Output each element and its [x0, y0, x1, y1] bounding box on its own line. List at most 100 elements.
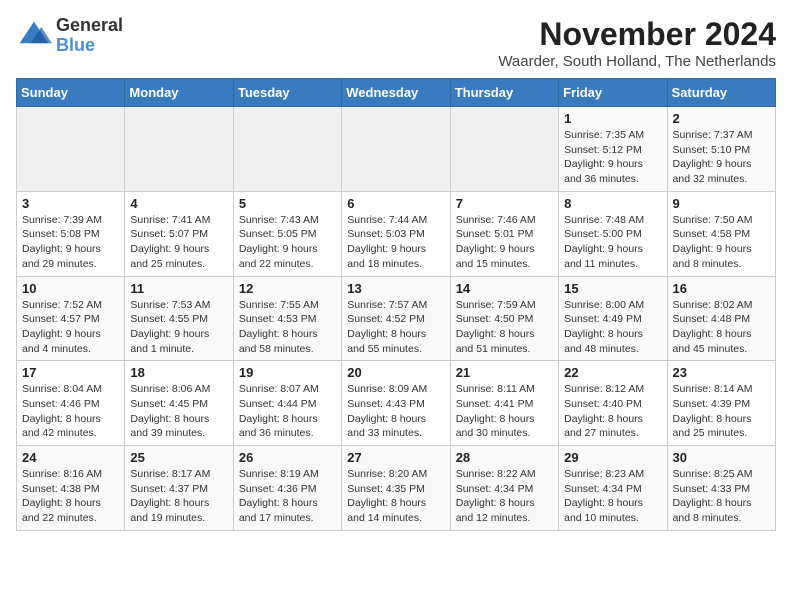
calendar-cell: 10Sunrise: 7:52 AM Sunset: 4:57 PM Dayli… [17, 276, 125, 361]
weekday-header-monday: Monday [125, 79, 233, 107]
weekday-header-tuesday: Tuesday [233, 79, 341, 107]
weekday-header-thursday: Thursday [450, 79, 558, 107]
day-info: Sunrise: 8:19 AM Sunset: 4:36 PM Dayligh… [239, 467, 336, 526]
calendar-cell: 1 Sunrise: 7:35 AM Sunset: 5:12 PM Daylig… [559, 107, 667, 192]
calendar-cell: 16 Sunrise: 8:02 AM Sunset: 4:48 PM Dayli… [667, 276, 775, 361]
day-number: 4 [130, 196, 227, 211]
calendar-cell: 7 Sunrise: 7:46 AM Sunset: 5:01 PM Daylig… [450, 191, 558, 276]
day-info: Sunrise: 8:02 AM Sunset: 4:48 PM Dayligh… [673, 298, 770, 357]
calendar-cell [17, 107, 125, 192]
calendar-cell: 4 Sunrise: 7:41 AM Sunset: 5:07 PM Daylig… [125, 191, 233, 276]
calendar-cell: 26 Sunrise: 8:19 AM Sunset: 4:36 PM Dayli… [233, 446, 341, 531]
calendar-cell [233, 107, 341, 192]
day-number: 27 [347, 450, 444, 465]
calendar-cell: 20Sunrise: 8:09 AM Sunset: 4:43 PM Dayli… [342, 361, 450, 446]
calendar-cell: 21 Sunrise: 8:11 AM Sunset: 4:41 PM Dayli… [450, 361, 558, 446]
day-info: Sunrise: 8:14 AM Sunset: 4:39 PM Dayligh… [673, 382, 770, 441]
day-info: Sunrise: 8:22 AM Sunset: 4:34 PM Dayligh… [456, 467, 553, 526]
day-number: 3 [22, 196, 119, 211]
calendar-cell: 15 Sunrise: 8:00 AM Sunset: 4:49 PM Dayli… [559, 276, 667, 361]
day-info: Sunrise: 7:35 AM Sunset: 5:12 PM Dayligh… [564, 128, 661, 187]
weekday-header-friday: Friday [559, 79, 667, 107]
logo: General Blue [16, 16, 123, 56]
week-row-1: 1 Sunrise: 7:35 AM Sunset: 5:12 PM Daylig… [17, 107, 776, 192]
calendar-cell: 18 Sunrise: 8:06 AM Sunset: 4:45 PM Dayli… [125, 361, 233, 446]
title-area: November 2024 Waarder, South Holland, Th… [498, 16, 776, 70]
day-number: 17 [22, 365, 119, 380]
calendar-cell: 23 Sunrise: 8:14 AM Sunset: 4:39 PM Dayli… [667, 361, 775, 446]
day-info: Sunrise: 7:41 AM Sunset: 5:07 PM Dayligh… [130, 213, 227, 272]
day-number: 15 [564, 281, 661, 296]
day-number: 10 [22, 281, 119, 296]
calendar-cell: 6 Sunrise: 7:44 AM Sunset: 5:03 PM Daylig… [342, 191, 450, 276]
week-row-4: 17 Sunrise: 8:04 AM Sunset: 4:46 PM Dayli… [17, 361, 776, 446]
day-number: 23 [673, 365, 770, 380]
day-number: 16 [673, 281, 770, 296]
day-info: Sunrise: 8:04 AM Sunset: 4:46 PM Dayligh… [22, 382, 119, 441]
calendar-cell: 8 Sunrise: 7:48 AM Sunset: 5:00 PM Daylig… [559, 191, 667, 276]
week-row-3: 10Sunrise: 7:52 AM Sunset: 4:57 PM Dayli… [17, 276, 776, 361]
location: Waarder, South Holland, The Netherlands [498, 53, 776, 70]
logo-text: General Blue [56, 16, 123, 56]
calendar-cell [125, 107, 233, 192]
day-number: 8 [564, 196, 661, 211]
logo-icon [16, 18, 52, 54]
day-number: 18 [130, 365, 227, 380]
day-number: 6 [347, 196, 444, 211]
day-number: 14 [456, 281, 553, 296]
calendar-cell: 13 Sunrise: 7:57 AM Sunset: 4:52 PM Dayli… [342, 276, 450, 361]
day-number: 11 [130, 281, 227, 296]
day-number: 26 [239, 450, 336, 465]
day-info: Sunrise: 8:23 AM Sunset: 4:34 PM Dayligh… [564, 467, 661, 526]
day-number: 2 [673, 111, 770, 126]
day-info: Sunrise: 7:46 AM Sunset: 5:01 PM Dayligh… [456, 213, 553, 272]
calendar-cell [342, 107, 450, 192]
calendar-cell: 24Sunrise: 8:16 AM Sunset: 4:38 PM Dayli… [17, 446, 125, 531]
day-number: 7 [456, 196, 553, 211]
week-row-2: 3Sunrise: 7:39 AM Sunset: 5:08 PM Daylig… [17, 191, 776, 276]
day-number: 21 [456, 365, 553, 380]
day-info: Sunrise: 8:06 AM Sunset: 4:45 PM Dayligh… [130, 382, 227, 441]
calendar-cell: 28 Sunrise: 8:22 AM Sunset: 4:34 PM Dayli… [450, 446, 558, 531]
header: General Blue November 2024 Waarder, Sout… [16, 16, 776, 70]
day-info: Sunrise: 7:44 AM Sunset: 5:03 PM Dayligh… [347, 213, 444, 272]
day-info: Sunrise: 8:12 AM Sunset: 4:40 PM Dayligh… [564, 382, 661, 441]
weekday-header-wednesday: Wednesday [342, 79, 450, 107]
calendar-cell: 30Sunrise: 8:25 AM Sunset: 4:33 PM Dayli… [667, 446, 775, 531]
day-info: Sunrise: 7:53 AM Sunset: 4:55 PM Dayligh… [130, 298, 227, 357]
calendar-cell: 5Sunrise: 7:43 AM Sunset: 5:05 PM Daylig… [233, 191, 341, 276]
day-info: Sunrise: 8:00 AM Sunset: 4:49 PM Dayligh… [564, 298, 661, 357]
calendar-cell: 2 Sunrise: 7:37 AM Sunset: 5:10 PM Daylig… [667, 107, 775, 192]
day-number: 12 [239, 281, 336, 296]
calendar-cell: 11 Sunrise: 7:53 AM Sunset: 4:55 PM Dayli… [125, 276, 233, 361]
day-info: Sunrise: 8:11 AM Sunset: 4:41 PM Dayligh… [456, 382, 553, 441]
day-number: 19 [239, 365, 336, 380]
day-info: Sunrise: 8:20 AM Sunset: 4:35 PM Dayligh… [347, 467, 444, 526]
day-number: 9 [673, 196, 770, 211]
calendar-cell: 9 Sunrise: 7:50 AM Sunset: 4:58 PM Daylig… [667, 191, 775, 276]
weekday-header-sunday: Sunday [17, 79, 125, 107]
day-number: 29 [564, 450, 661, 465]
day-info: Sunrise: 7:48 AM Sunset: 5:00 PM Dayligh… [564, 213, 661, 272]
day-number: 28 [456, 450, 553, 465]
day-number: 24 [22, 450, 119, 465]
calendar-cell: 19Sunrise: 8:07 AM Sunset: 4:44 PM Dayli… [233, 361, 341, 446]
day-number: 1 [564, 111, 661, 126]
calendar-cell: 3Sunrise: 7:39 AM Sunset: 5:08 PM Daylig… [17, 191, 125, 276]
day-info: Sunrise: 7:59 AM Sunset: 4:50 PM Dayligh… [456, 298, 553, 357]
day-number: 25 [130, 450, 227, 465]
weekday-header-saturday: Saturday [667, 79, 775, 107]
day-number: 22 [564, 365, 661, 380]
calendar-cell: 14 Sunrise: 7:59 AM Sunset: 4:50 PM Dayli… [450, 276, 558, 361]
calendar-cell: 12Sunrise: 7:55 AM Sunset: 4:53 PM Dayli… [233, 276, 341, 361]
calendar-cell: 17 Sunrise: 8:04 AM Sunset: 4:46 PM Dayli… [17, 361, 125, 446]
day-info: Sunrise: 7:37 AM Sunset: 5:10 PM Dayligh… [673, 128, 770, 187]
calendar-cell: 22 Sunrise: 8:12 AM Sunset: 4:40 PM Dayli… [559, 361, 667, 446]
day-number: 20 [347, 365, 444, 380]
day-info: Sunrise: 7:57 AM Sunset: 4:52 PM Dayligh… [347, 298, 444, 357]
day-info: Sunrise: 7:50 AM Sunset: 4:58 PM Dayligh… [673, 213, 770, 272]
day-number: 13 [347, 281, 444, 296]
day-info: Sunrise: 7:43 AM Sunset: 5:05 PM Dayligh… [239, 213, 336, 272]
week-row-5: 24Sunrise: 8:16 AM Sunset: 4:38 PM Dayli… [17, 446, 776, 531]
month-title: November 2024 [498, 16, 776, 53]
